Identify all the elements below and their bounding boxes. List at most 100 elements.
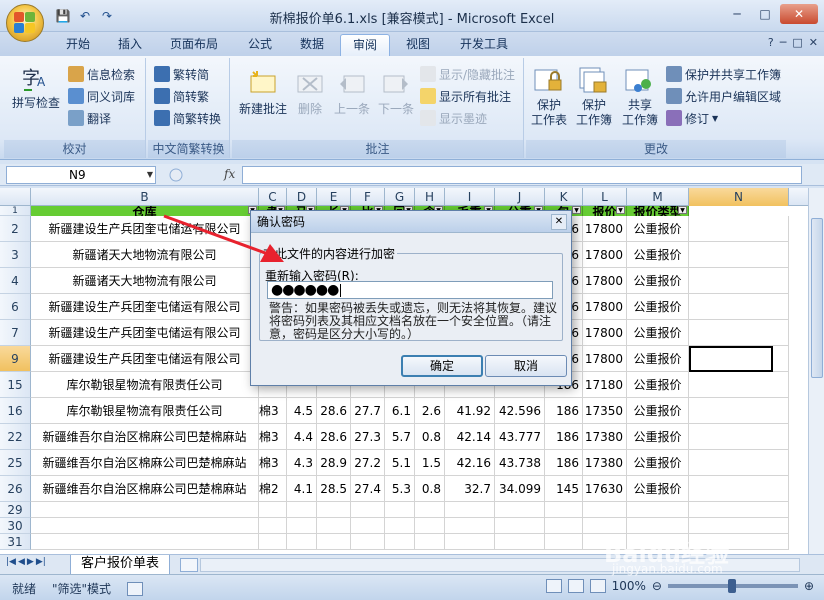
table-cell[interactable]: 5.7 <box>385 424 415 450</box>
thesaurus-button[interactable]: 同义词库 <box>68 86 135 106</box>
table-cell[interactable]: 新疆诸天大地物流有限公司 <box>31 268 259 294</box>
new-comment-button[interactable]: 新建批注 <box>236 68 290 117</box>
table-cell[interactable]: 34.099 <box>495 476 545 502</box>
column-header-m[interactable]: M <box>627 188 689 206</box>
row-header[interactable]: 4 <box>0 268 31 294</box>
tab-formulas[interactable]: 公式 <box>236 34 284 56</box>
show-ink-button[interactable]: 显示墨迹 <box>420 108 487 128</box>
row-header[interactable]: 2 <box>0 216 31 242</box>
table-cell[interactable] <box>545 534 583 550</box>
column-header-h[interactable]: H <box>415 188 445 206</box>
table-cell[interactable]: 6.1 <box>385 398 415 424</box>
table-cell[interactable]: 0.8 <box>415 424 445 450</box>
page-layout-view-icon[interactable] <box>567 579 584 593</box>
filter-dropdown-icon[interactable]: ▼ <box>616 206 625 214</box>
table-cell[interactable] <box>31 518 259 534</box>
next-sheet-icon[interactable]: ▶ <box>27 557 34 567</box>
table-cell[interactable]: 公重报价 <box>627 268 689 294</box>
table-cell[interactable] <box>689 424 789 450</box>
doc-restore-button[interactable]: □ <box>792 36 802 49</box>
table-cell[interactable]: 4.1 <box>287 476 317 502</box>
table-cell[interactable] <box>495 518 545 534</box>
cancel-formula-icon[interactable] <box>168 167 184 183</box>
table-cell[interactable]: 新疆维吾尔自治区棉麻公司巴楚棉麻站 <box>31 476 259 502</box>
table-cell[interactable] <box>445 534 495 550</box>
column-header-c[interactable]: C <box>259 188 287 206</box>
row-header[interactable]: 22 <box>0 424 31 450</box>
table-cell[interactable]: 1.5 <box>415 450 445 476</box>
table-cell[interactable]: 17800 <box>583 268 627 294</box>
table-cell[interactable]: 0.8 <box>415 476 445 502</box>
table-cell[interactable] <box>415 518 445 534</box>
table-cell[interactable]: 17800 <box>583 294 627 320</box>
table-cell[interactable]: 42.14 <box>445 424 495 450</box>
table-cell[interactable] <box>415 502 445 518</box>
last-sheet-icon[interactable]: ▶| <box>36 557 46 567</box>
table-cell[interactable] <box>259 534 287 550</box>
table-cell[interactable] <box>31 534 259 550</box>
zoom-slider[interactable] <box>667 579 798 593</box>
table-cell[interactable]: 28.9 <box>317 450 351 476</box>
sheet-tab-active[interactable]: 客户报价单表 <box>70 555 171 575</box>
vertical-scrollbar[interactable] <box>808 188 824 554</box>
doc-close-button[interactable]: ✕ <box>809 36 818 49</box>
share-workbook-button[interactable]: 共享 工作簿 <box>618 64 662 128</box>
convert-button[interactable]: 简繁转换 <box>154 108 221 128</box>
table-cell[interactable]: 5.1 <box>385 450 415 476</box>
show-hide-comment-button[interactable]: 显示/隐藏批注 <box>420 64 515 84</box>
table-cell[interactable] <box>385 518 415 534</box>
macro-record-icon[interactable] <box>127 581 144 596</box>
table-cell[interactable] <box>385 534 415 550</box>
table-cell[interactable]: 186 <box>545 450 583 476</box>
table-cell[interactable] <box>689 476 789 502</box>
column-header-b[interactable]: B <box>31 188 259 206</box>
to-simplified-button[interactable]: 繁转简 <box>154 64 209 84</box>
column-header-i[interactable]: I <box>445 188 495 206</box>
table-cell[interactable]: 27.7 <box>351 398 385 424</box>
table-cell[interactable] <box>689 450 789 476</box>
table-cell[interactable]: 43.777 <box>495 424 545 450</box>
table-cell[interactable]: 186 <box>545 398 583 424</box>
table-cell[interactable]: 公重报价 <box>627 242 689 268</box>
table-cell[interactable]: 4.4 <box>287 424 317 450</box>
previous-comment-button[interactable]: 上一条 <box>330 68 374 117</box>
table-cell[interactable] <box>415 534 445 550</box>
tab-review[interactable]: 审阅 <box>340 34 391 56</box>
table-cell[interactable] <box>259 518 287 534</box>
zoom-in-icon[interactable]: ⊕ <box>804 579 814 593</box>
table-cell[interactable]: 2.6 <box>415 398 445 424</box>
table-cell[interactable] <box>689 294 789 320</box>
tab-home[interactable]: 开始 <box>54 34 102 56</box>
minimize-button[interactable]: ─ <box>724 4 750 24</box>
table-cell[interactable]: 5.3 <box>385 476 415 502</box>
filter-dropdown-icon[interactable]: ▼ <box>572 206 581 214</box>
table-cell[interactable]: 新疆维吾尔自治区棉麻公司巴楚棉麻站 <box>31 424 259 450</box>
table-cell[interactable] <box>545 518 583 534</box>
table-cell[interactable]: 公重报价 <box>627 398 689 424</box>
tab-developer[interactable]: 开发工具 <box>448 34 520 56</box>
table-cell[interactable]: 新疆维吾尔自治区棉麻公司巴楚棉麻站 <box>31 450 259 476</box>
table-cell[interactable] <box>445 518 495 534</box>
table-cell[interactable]: 棉3 <box>259 424 287 450</box>
table-cell[interactable]: 棉3 <box>259 398 287 424</box>
protect-workbook-button[interactable]: 保护 工作簿 <box>572 64 616 128</box>
ok-button[interactable]: 确定 <box>401 355 483 377</box>
table-cell[interactable] <box>689 502 789 518</box>
allow-edit-ranges-button[interactable]: 允许用户编辑区域 <box>666 86 781 106</box>
table-cell[interactable] <box>583 502 627 518</box>
table-cell[interactable]: 4.3 <box>287 450 317 476</box>
delete-comment-button[interactable]: 删除 <box>292 68 328 117</box>
maximize-button[interactable]: □ <box>752 4 778 24</box>
table-cell[interactable] <box>689 372 789 398</box>
protect-share-button[interactable]: 保护并共享工作簿 <box>666 64 781 84</box>
column-header-g[interactable]: G <box>385 188 415 206</box>
filter-header-cell[interactable]: 报价类型 ▼ <box>627 206 689 216</box>
table-cell[interactable]: 4.5 <box>287 398 317 424</box>
table-cell[interactable]: 42.16 <box>445 450 495 476</box>
table-cell[interactable]: 43.738 <box>495 450 545 476</box>
column-header-f[interactable]: F <box>351 188 385 206</box>
table-cell[interactable] <box>317 518 351 534</box>
table-cell[interactable]: 棉2 <box>259 476 287 502</box>
page-break-view-icon[interactable] <box>589 579 606 593</box>
table-cell[interactable]: 公重报价 <box>627 424 689 450</box>
